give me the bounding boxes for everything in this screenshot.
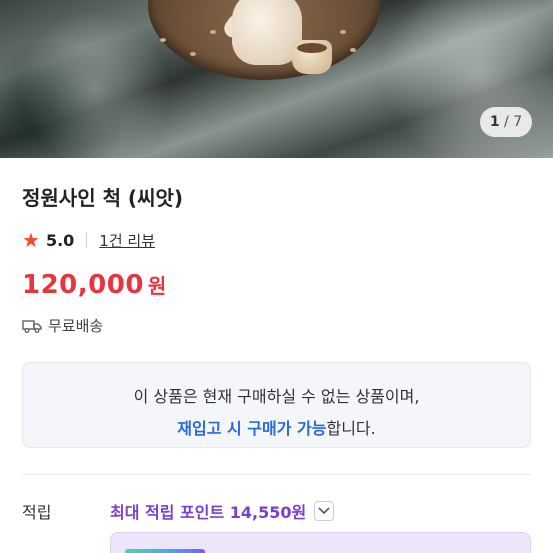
truck-icon: [22, 319, 42, 333]
soil-grain: [350, 48, 356, 52]
product-image[interactable]: 1 / 7: [0, 0, 553, 158]
unavailable-notice: 이 상품은 현재 구매하실 수 없는 상품이며, 재입고 시 구매가 가능합니다…: [22, 362, 531, 448]
soil-grain: [160, 38, 166, 42]
shipping-label: 무료배송: [48, 317, 104, 335]
points-label: 적립: [22, 503, 52, 522]
soil-grain: [190, 52, 196, 56]
image-counter: 1 / 7: [480, 107, 532, 137]
review-link[interactable]: 1건 리뷰: [99, 230, 155, 251]
shipping-info: 무료배송: [22, 315, 103, 336]
divider: [86, 233, 88, 247]
star-icon: ★: [22, 228, 40, 252]
price-unit: 원: [147, 274, 167, 298]
notice-line-1: 이 상품은 현재 구매하실 수 없는 상품이며,: [133, 387, 420, 406]
notice-line-2-rest: 합니다.: [326, 419, 376, 438]
soil-grain: [340, 30, 346, 34]
chevron-down-icon[interactable]: [314, 501, 335, 521]
price: 120,000 원: [22, 270, 166, 300]
soil-grain: [210, 30, 216, 34]
rating-row: ★ 5.0 1건 리뷰: [22, 229, 155, 251]
points-detail-panel: [110, 532, 531, 553]
mini-pot-soil: [297, 43, 327, 53]
max-points-text: 최대 적립 포인트 14,550원: [110, 503, 307, 522]
image-counter-current: 1: [489, 114, 500, 130]
notice-highlight: 재입고 시 구매가 가능: [177, 419, 327, 438]
notice-line-2: 재입고 시 구매가 가능합니다.: [23, 415, 530, 439]
product-title: 정원사인 척 (씨앗): [22, 186, 184, 210]
section-divider: [22, 474, 531, 475]
image-counter-total: 7: [513, 114, 523, 130]
image-counter-separator: /: [504, 114, 509, 130]
points-badge: [125, 549, 205, 553]
price-value: 120,000: [22, 270, 144, 300]
rating-score: 5.0: [45, 230, 75, 250]
points-toggle[interactable]: 최대 적립 포인트 14,550원: [110, 499, 335, 523]
